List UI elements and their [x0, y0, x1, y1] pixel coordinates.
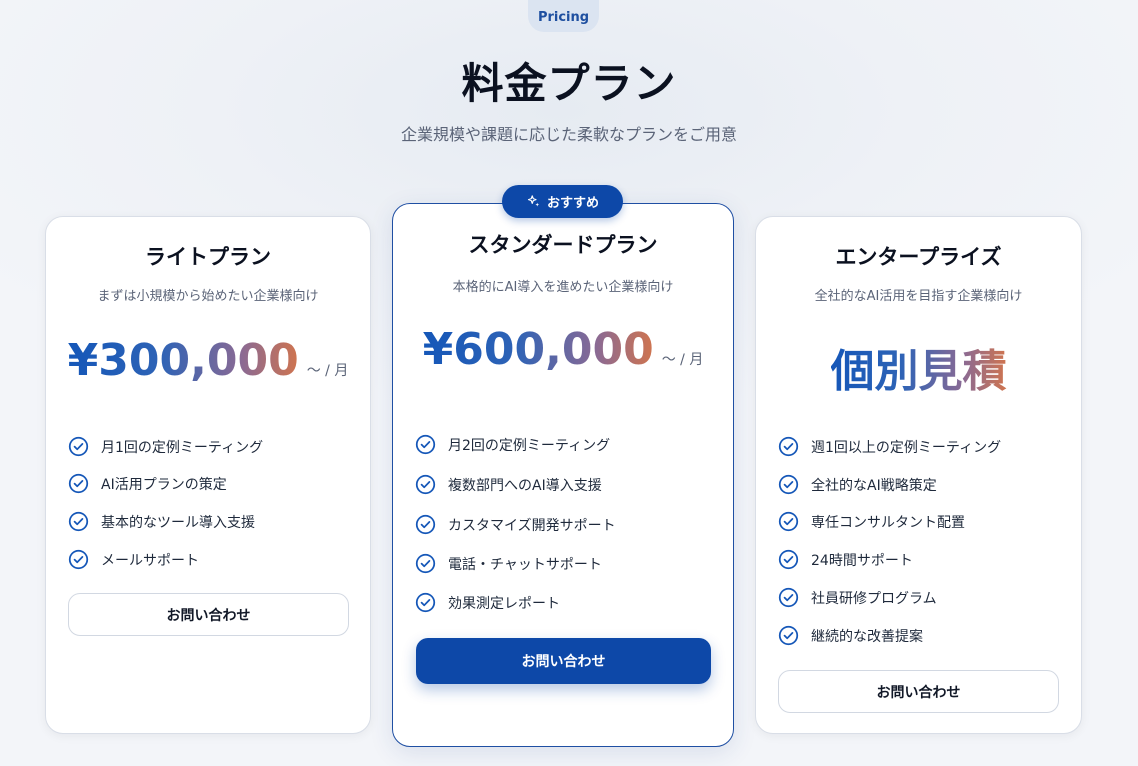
page-title: 料金プラン [461, 59, 677, 108]
check-circle-icon [415, 553, 436, 574]
feature-item: 専任コンサルタント配置 [778, 511, 965, 532]
plan-card-standard: スタンダードプラン 本格的にAI導入を進めたい企業様向け ¥600,000 ～ … [392, 203, 734, 747]
price-row: ¥600,000 ～ / 月 [393, 324, 733, 375]
feature-item: 全社的なAI戦略策定 [778, 474, 937, 495]
plan-name: スタンダードプラン [468, 233, 658, 257]
feature-item: 社員研修プログラム [778, 587, 937, 608]
plan-description: まずは小規模から始めたい企業様向け [97, 289, 319, 304]
section-eyebrow: Pricing [528, 0, 599, 32]
plan-price: ¥600,000 [422, 324, 654, 375]
feature-item: 継続的な改善提案 [778, 625, 923, 646]
check-circle-icon [778, 474, 799, 495]
price-row: ¥300,000 ～ / 月 [46, 335, 370, 386]
check-circle-icon [68, 473, 89, 494]
check-circle-icon [68, 549, 89, 570]
check-circle-icon [778, 511, 799, 532]
check-circle-icon [778, 549, 799, 570]
feature-item: メールサポート [68, 549, 199, 570]
check-circle-icon [415, 592, 436, 613]
feature-item: 月1回の定例ミーティング [68, 436, 263, 457]
plan-card-enterprise: エンタープライズ 全社的なAI活用を目指す企業様向け 個別見積 週1回以上の定例… [755, 216, 1082, 734]
feature-item: 月2回の定例ミーティング [415, 434, 610, 455]
check-circle-icon [415, 434, 436, 455]
feature-item: 週1回以上の定例ミーティング [778, 436, 1001, 457]
check-circle-icon [68, 511, 89, 532]
check-circle-icon [68, 436, 89, 457]
contact-button-standard[interactable]: お問い合わせ [416, 638, 711, 684]
plan-price: 個別見積 [831, 335, 1007, 399]
price-period: ～ / 月 [306, 363, 349, 379]
feature-item: 24時間サポート [778, 549, 913, 570]
check-circle-icon [415, 514, 436, 535]
feature-item: 電話・チャットサポート [415, 553, 602, 574]
page-subtitle: 企業規模や課題に応じた柔軟なプランをご用意 [400, 125, 737, 144]
check-circle-icon [778, 625, 799, 646]
sparkle-icon [527, 195, 540, 207]
contact-button-light[interactable]: お問い合わせ [68, 593, 349, 636]
check-circle-icon [778, 587, 799, 608]
feature-item: AI活用プランの策定 [68, 473, 227, 494]
plan-card-light: ライトプラン まずは小規模から始めたい企業様向け ¥300,000 ～ / 月 … [45, 216, 371, 734]
recommended-badge: おすすめ [502, 185, 623, 218]
plan-description: 全社的なAI活用を目指す企業様向け [814, 289, 1023, 304]
check-circle-icon [415, 474, 436, 495]
check-circle-icon [778, 436, 799, 457]
plan-name: ライトプラン [145, 245, 271, 269]
feature-item: カスタマイズ開発サポート [415, 514, 616, 535]
contact-button-enterprise[interactable]: お問い合わせ [778, 670, 1059, 713]
feature-item: 複数部門へのAI導入支援 [415, 474, 602, 495]
plan-description: 本格的にAI導入を進めたい企業様向け [452, 280, 674, 295]
feature-item: 基本的なツール導入支援 [68, 511, 255, 532]
feature-item: 効果測定レポート [415, 592, 560, 613]
plan-name: エンタープライズ [835, 245, 1002, 269]
price-period: ～ / 月 [661, 352, 704, 368]
price-row: 個別見積 [756, 335, 1081, 399]
plan-price: ¥300,000 [67, 335, 299, 386]
